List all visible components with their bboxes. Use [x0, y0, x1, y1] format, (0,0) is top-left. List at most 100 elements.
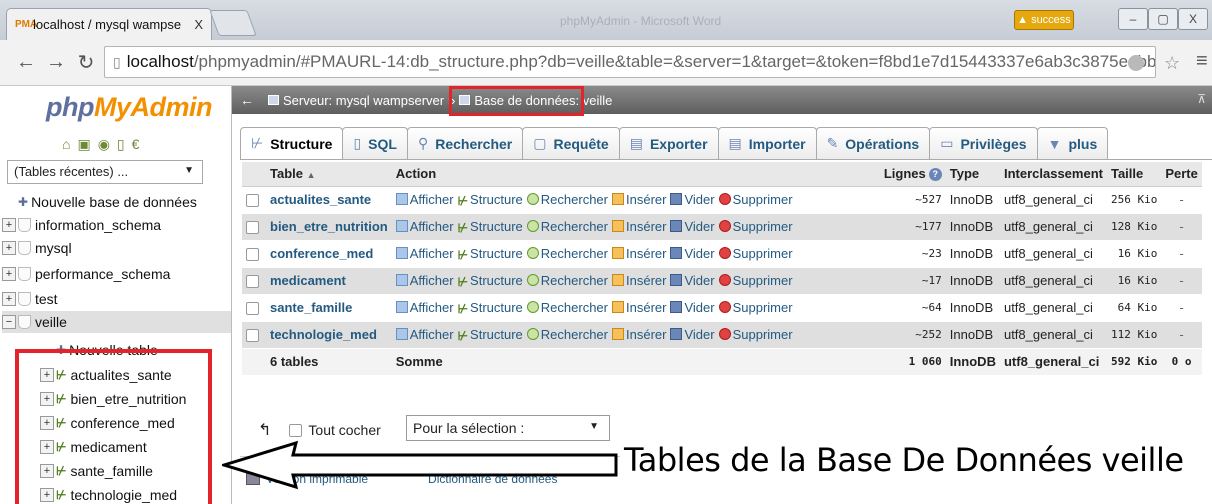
- header-overhead[interactable]: Perte: [1161, 162, 1202, 187]
- browser-tab[interactable]: PMA localhost / mysql wampse X: [6, 8, 212, 40]
- header-size[interactable]: Taille: [1106, 162, 1162, 187]
- table-name-link[interactable]: medicament: [266, 267, 392, 295]
- action-insert[interactable]: Insérer: [612, 300, 666, 315]
- action-structure[interactable]: ⊬ Structure: [458, 192, 523, 208]
- row-checkbox[interactable]: [246, 302, 259, 316]
- forward-arrow-icon[interactable]: →: [44, 50, 68, 74]
- table-row[interactable]: actualites_sante Afficher ⊬ Structure Recher…: [242, 186, 1202, 214]
- action-insert[interactable]: Insérer: [612, 246, 666, 261]
- header-rows[interactable]: Lignes?: [861, 162, 946, 187]
- action-search[interactable]: Rechercher: [526, 246, 608, 261]
- row-select[interactable]: [242, 240, 266, 268]
- action-drop[interactable]: Supprimer: [718, 300, 793, 315]
- table-row[interactable]: sante_famille Afficher ⊬ Structure Recherche…: [242, 294, 1202, 322]
- tab-search[interactable]: ⚲ Rechercher: [406, 127, 524, 159]
- row-checkbox[interactable]: [246, 275, 259, 289]
- row-size[interactable]: 128 Kio: [1106, 213, 1162, 241]
- action-browse[interactable]: Afficher: [395, 327, 454, 342]
- action-browse[interactable]: Afficher: [395, 219, 454, 234]
- tab-export[interactable]: ▤ Exporter: [618, 127, 719, 159]
- action-drop[interactable]: Supprimer: [718, 192, 793, 207]
- row-checkbox[interactable]: [246, 248, 259, 262]
- close-window-button[interactable]: X: [1178, 8, 1208, 30]
- action-browse[interactable]: Afficher: [395, 273, 454, 288]
- table-row[interactable]: bien_etre_nutrition Afficher ⊬ Structure Rec…: [242, 213, 1202, 241]
- expand-icon[interactable]: +: [2, 267, 16, 281]
- row-size[interactable]: 16 Kio: [1106, 267, 1162, 295]
- action-search[interactable]: Rechercher: [526, 273, 608, 288]
- header-type[interactable]: Type: [945, 162, 1000, 187]
- breadcrumb-server[interactable]: Serveur: mysql wampserver: [268, 93, 444, 108]
- tab-close-icon[interactable]: X: [194, 17, 203, 32]
- header-collation[interactable]: Interclassement: [999, 162, 1107, 187]
- action-structure[interactable]: ⊬ Structure: [458, 327, 523, 343]
- tree-db-mysql[interactable]: + mysql: [2, 237, 72, 259]
- action-empty[interactable]: Vider: [670, 300, 715, 315]
- tree-db-veille[interactable]: − veille: [2, 311, 231, 333]
- check-all-checkbox[interactable]: [289, 423, 303, 437]
- url-input[interactable]: ▯ localhost/phpmyadmin/#PMAURL-14:db_str…: [104, 46, 1156, 78]
- action-empty[interactable]: Vider: [670, 327, 715, 342]
- tab-operations[interactable]: ✎ Opérations: [815, 127, 931, 159]
- action-search[interactable]: Rechercher: [526, 300, 608, 315]
- check-all-label[interactable]: Tout cocher: [308, 422, 380, 438]
- home-icon[interactable]: ⌂: [62, 136, 70, 153]
- tab-structure[interactable]: ⊬ Structure: [240, 127, 344, 159]
- action-drop[interactable]: Supprimer: [718, 246, 793, 261]
- action-empty[interactable]: Vider: [670, 273, 715, 288]
- action-browse[interactable]: Afficher: [395, 192, 454, 207]
- action-browse[interactable]: Afficher: [395, 246, 454, 261]
- action-empty[interactable]: Vider: [670, 246, 715, 261]
- action-search[interactable]: Rechercher: [526, 219, 608, 234]
- docs-icon[interactable]: ▯: [117, 136, 125, 153]
- action-search[interactable]: Rechercher: [526, 192, 608, 207]
- action-insert[interactable]: Insérer: [612, 192, 666, 207]
- tree-db-performance-schema[interactable]: + performance_schema: [2, 263, 170, 285]
- browser-menu-icon[interactable]: ≡: [1196, 50, 1208, 73]
- expand-icon[interactable]: +: [2, 218, 16, 232]
- action-empty[interactable]: Vider: [670, 192, 715, 207]
- table-name-link[interactable]: actualites_sante: [266, 186, 392, 214]
- row-select[interactable]: [242, 294, 266, 322]
- collapse-icon[interactable]: −: [2, 315, 16, 329]
- help-icon[interactable]: ?: [928, 168, 942, 182]
- table-row[interactable]: medicament Afficher ⊬ Structure Rechercher In…: [242, 267, 1202, 295]
- action-structure[interactable]: ⊬ Structure: [458, 246, 523, 262]
- exit-icon[interactable]: ▣: [77, 136, 90, 153]
- tab-privileges[interactable]: ▭ Privilèges: [929, 127, 1038, 159]
- action-insert[interactable]: Insérer: [612, 273, 666, 288]
- scroll-top-icon[interactable]: ⊼: [1197, 92, 1206, 106]
- tab-query[interactable]: ▢ Requête: [522, 127, 620, 159]
- tree-new-database[interactable]: ✚ Nouvelle base de données: [18, 191, 197, 213]
- row-select[interactable]: [242, 267, 266, 295]
- action-drop[interactable]: Supprimer: [718, 219, 793, 234]
- action-insert[interactable]: Insérer: [612, 327, 666, 342]
- collapse-arrow-icon[interactable]: ←: [240, 92, 254, 108]
- action-search[interactable]: Rechercher: [526, 327, 608, 342]
- query-window-icon[interactable]: ◉: [98, 136, 110, 153]
- tab-sql[interactable]: ▯ SQL: [342, 127, 408, 159]
- row-checkbox[interactable]: [246, 194, 259, 208]
- table-row[interactable]: conference_med Afficher ⊬ Structure Recherch…: [242, 240, 1202, 268]
- row-select[interactable]: [242, 213, 266, 241]
- extension-m-icon[interactable]: [1128, 55, 1144, 71]
- action-drop[interactable]: Supprimer: [718, 273, 793, 288]
- tree-db-information-schema[interactable]: + information_schema: [2, 214, 161, 236]
- row-checkbox[interactable]: [246, 329, 259, 343]
- row-select[interactable]: [242, 321, 266, 349]
- with-selected-select[interactable]: Pour la sélection : ▼: [406, 415, 610, 441]
- back-arrow-icon[interactable]: ←: [14, 50, 38, 74]
- row-checkbox[interactable]: [246, 221, 259, 235]
- phpmyadmin-logo[interactable]: phpMyAdmin: [46, 92, 212, 123]
- new-tab-button[interactable]: [209, 10, 257, 36]
- action-browse[interactable]: Afficher: [395, 300, 454, 315]
- action-drop[interactable]: Supprimer: [718, 327, 793, 342]
- row-select[interactable]: [242, 186, 266, 214]
- row-size[interactable]: 112 Kio: [1106, 321, 1162, 349]
- reload-icon[interactable]: ↻: [74, 50, 98, 74]
- row-size[interactable]: 64 Kio: [1106, 294, 1162, 322]
- recent-tables-select[interactable]: (Tables récentes) ... ▼: [7, 160, 203, 184]
- action-empty[interactable]: Vider: [670, 219, 715, 234]
- success-badge[interactable]: ▲ success: [1014, 10, 1074, 30]
- table-name-link[interactable]: bien_etre_nutrition: [266, 213, 392, 241]
